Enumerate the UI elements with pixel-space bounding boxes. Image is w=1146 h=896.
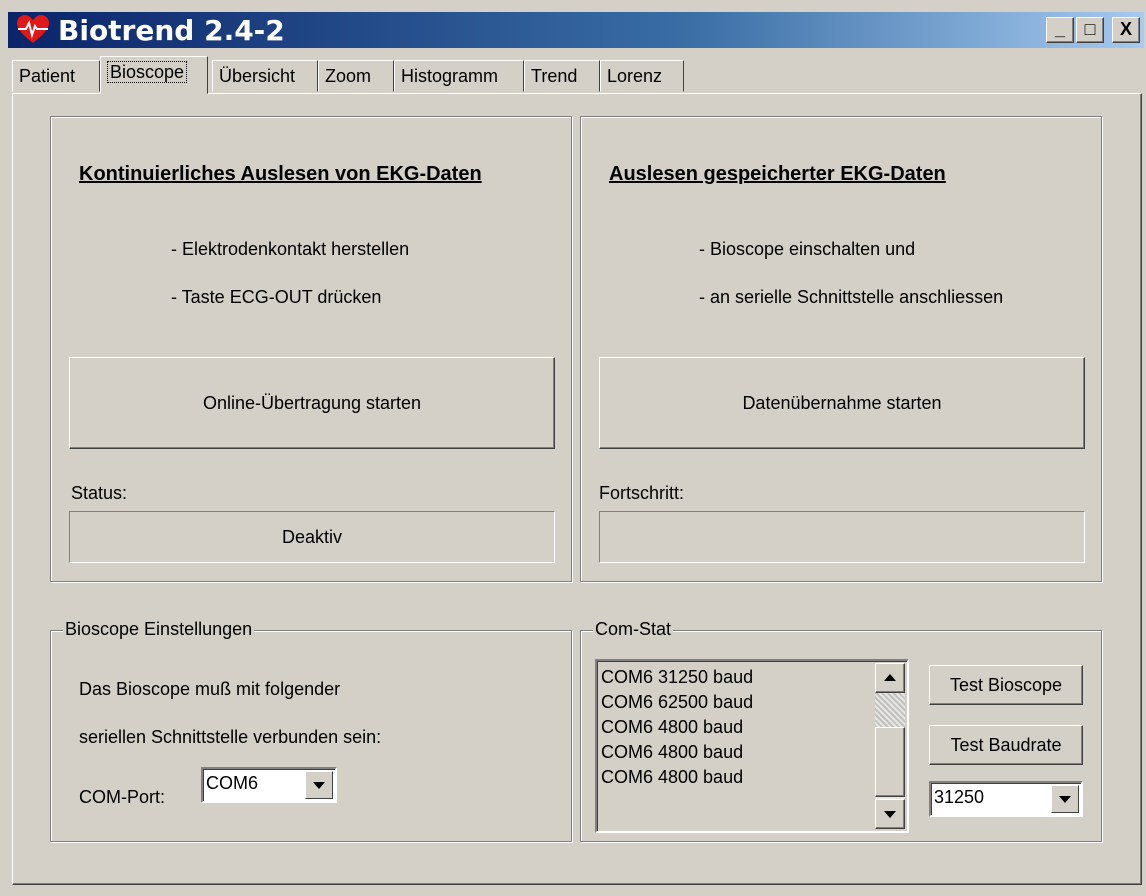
- settings-group: Bioscope Einstellungen Das Bioscope muß …: [50, 619, 572, 842]
- test-baudrate-button[interactable]: Test Baudrate: [929, 725, 1083, 765]
- maximize-button[interactable]: □: [1076, 17, 1104, 43]
- title-bar[interactable]: Biotrend 2.4-2 _ □ X: [8, 12, 1144, 48]
- baudrate-select[interactable]: 31250: [929, 781, 1083, 817]
- comstat-log-list[interactable]: COM6 31250 baud COM6 62500 baud COM6 480…: [595, 659, 909, 833]
- online-panel: Kontinuierliches Auslesen von EKG-Daten …: [50, 116, 572, 582]
- com-port-value: COM6: [206, 773, 259, 793]
- settings-line-2: seriellen Schnittstelle verbunden sein:: [79, 727, 382, 747]
- com-port-label: COM-Port:: [79, 787, 166, 807]
- log-line: COM6 4800 baud: [601, 717, 744, 737]
- tab-lorenz[interactable]: Lorenz: [600, 60, 684, 92]
- tab-histogramm[interactable]: Histogramm: [394, 60, 524, 92]
- maximize-icon: □: [1084, 19, 1096, 39]
- window-title: Biotrend 2.4-2: [58, 14, 285, 47]
- arrow-down-icon: [884, 811, 896, 818]
- status-label: Status:: [71, 483, 128, 503]
- settings-line-1: Das Bioscope muß mit folgender: [79, 679, 341, 699]
- stored-step-1: - Bioscope einschalten und: [699, 239, 916, 259]
- stored-heading: Auslesen gespeicherter EKG-Daten: [609, 163, 946, 185]
- settings-legend: Bioscope Einstellungen: [63, 619, 255, 640]
- arrow-up-icon: [884, 674, 896, 681]
- tab-patient[interactable]: Patient: [12, 60, 100, 92]
- log-scrollbar[interactable]: [875, 663, 905, 829]
- comstat-group: Com-Stat COM6 31250 baud COM6 62500 baud…: [580, 619, 1102, 842]
- progress-label: Fortschritt:: [599, 483, 685, 503]
- scroll-track[interactable]: [875, 693, 905, 727]
- heart-pulse-icon: [17, 15, 49, 43]
- scroll-up-button[interactable]: [875, 663, 905, 693]
- baudrate-value: 31250: [934, 787, 985, 807]
- minimize-icon: _: [1054, 19, 1065, 39]
- log-line: COM6 4800 baud: [601, 742, 744, 762]
- online-step-2: - Taste ECG-OUT drücken: [171, 287, 382, 307]
- com-port-select[interactable]: COM6: [201, 767, 337, 803]
- scroll-thumb[interactable]: [875, 727, 905, 797]
- progress-bar: [599, 511, 1085, 563]
- tab-trend[interactable]: Trend: [524, 60, 600, 92]
- online-heading: Kontinuierliches Auslesen von EKG-Daten: [79, 163, 482, 185]
- log-line: COM6 62500 baud: [601, 692, 754, 712]
- comstat-legend: Com-Stat: [593, 619, 674, 640]
- chevron-down-icon: [1059, 796, 1071, 803]
- com-port-dropdown-button[interactable]: [305, 771, 333, 799]
- chevron-down-icon: [313, 782, 325, 789]
- tab-zoom[interactable]: Zoom: [318, 60, 394, 92]
- status-value: Deaktiv: [69, 511, 555, 563]
- close-button[interactable]: X: [1112, 17, 1140, 43]
- log-line: COM6 4800 baud: [601, 767, 744, 787]
- tab-uebersicht[interactable]: Übersicht: [212, 60, 318, 92]
- test-bioscope-button[interactable]: Test Bioscope: [929, 665, 1083, 705]
- app-window: Biotrend 2.4-2 _ □ X Patient Bioscope Üb…: [0, 0, 1146, 896]
- close-icon: X: [1119, 19, 1132, 39]
- stored-panel: Auslesen gespeicherter EKG-Daten - Biosc…: [580, 116, 1102, 582]
- log-line: COM6 31250 baud: [601, 667, 754, 687]
- online-start-button[interactable]: Online-Übertragung starten: [69, 357, 555, 449]
- online-step-1: - Elektrodenkontakt herstellen: [171, 239, 410, 259]
- baudrate-dropdown-button[interactable]: [1051, 785, 1079, 813]
- stored-step-2: - an serielle Schnittstelle anschliessen: [699, 287, 1004, 307]
- log-lines: COM6 31250 baud COM6 62500 baud COM6 480…: [597, 665, 753, 790]
- tab-bioscope[interactable]: Bioscope: [100, 56, 208, 94]
- scroll-down-button[interactable]: [875, 799, 905, 829]
- minimize-button[interactable]: _: [1046, 17, 1074, 43]
- data-transfer-start-button[interactable]: Datenübernahme starten: [599, 357, 1085, 449]
